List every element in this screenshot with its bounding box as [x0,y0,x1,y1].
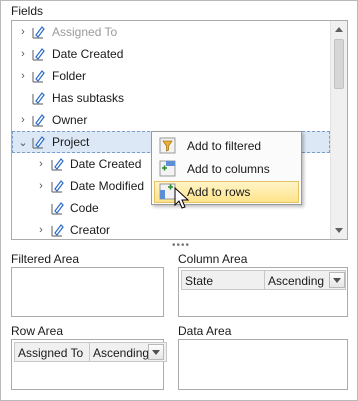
tree-item-label: Date Modified [70,179,145,193]
chevron-right-icon[interactable]: › [35,158,47,170]
scroll-down-button[interactable] [331,222,347,238]
tree-item-label: Creator [70,223,111,237]
area-field-name: State [185,274,214,288]
tree-item-owner[interactable]: › Owner [12,109,330,131]
tree-item-label: Owner [52,113,88,127]
tree-item-date-created[interactable]: › Date Created [12,43,330,65]
menu-item-add-to-columns[interactable]: Add to columns [154,158,299,180]
scroll-thumb[interactable] [334,39,344,89]
tree-item-folder[interactable]: › Folder [12,65,330,87]
chip-divider [264,271,265,289]
tree-item-has-subtasks[interactable]: Has subtasks [12,87,330,109]
row-area-label: Row Area [11,324,64,338]
chevron-right-icon[interactable]: › [35,224,47,236]
chevron-right-icon[interactable]: › [17,48,29,60]
tree-item-label: Folder [52,69,87,83]
tree-item-label: Assigned To [52,25,118,39]
area-field-state[interactable]: State Ascending [181,270,346,290]
field-icon [32,114,45,127]
filter-area-icon [159,137,176,154]
column-area-label: Column Area [178,252,248,266]
field-icon [32,92,45,105]
data-area-box[interactable] [178,339,348,390]
mouse-pointer-icon [174,187,190,209]
column-area-icon [159,160,176,177]
chevron-right-icon[interactable]: › [35,180,47,192]
chevron-down-icon[interactable]: ⌄ [17,136,29,149]
data-area-label: Data Area [178,324,232,338]
sort-order-value: Ascending [268,274,325,288]
field-icon [32,48,45,61]
row-area-box[interactable]: Assigned To Ascending [11,339,167,390]
column-area-box[interactable]: State Ascending [178,267,348,317]
field-icon [32,70,45,83]
vertical-scrollbar[interactable] [330,21,347,239]
arrow-down-icon [335,227,343,233]
tree-item-label: Date Created [70,157,142,171]
fields-label: Fields [11,4,44,18]
menu-item-label: Add to rows [187,185,251,199]
sort-order-value: Ascending [93,346,150,360]
field-icon [32,136,45,149]
scroll-up-button[interactable] [331,21,347,37]
chip-divider [89,343,90,361]
tree-item-label: Code [70,201,99,215]
sort-dropdown-button[interactable] [329,272,345,288]
filtered-area-label: Filtered Area [11,252,80,266]
field-icon [51,202,64,215]
menu-item-label: Add to columns [187,162,270,176]
area-field-assigned-to[interactable]: Assigned To Ascending [14,342,167,362]
tree-item-assigned-to[interactable]: › Assigned To [12,21,330,43]
menu-item-add-to-filtered[interactable]: Add to filtered [154,135,299,157]
filtered-area-box[interactable] [11,267,164,317]
area-field-name: Assigned To [18,346,84,360]
chevron-right-icon[interactable]: › [17,26,29,38]
tree-item-label: Date Created [52,47,124,61]
field-icon [51,224,64,237]
sort-dropdown-button[interactable] [148,344,164,360]
arrow-up-icon [335,26,343,32]
chevron-down-icon [333,277,341,283]
tree-item-label: Has subtasks [52,91,125,105]
splitter-grip[interactable]: •••• [172,241,190,251]
chevron-right-icon[interactable]: › [17,70,29,82]
field-icon [51,180,64,193]
pivot-field-list-panel: Fields › Assigned To › Date Created › Fo… [0,0,358,401]
chevron-right-icon[interactable]: › [17,114,29,126]
tree-item-label: Project [52,135,90,149]
chevron-down-icon [152,349,160,355]
field-icon [32,26,45,39]
menu-item-label: Add to filtered [187,139,262,153]
tree-item-project-creator[interactable]: › Creator [12,219,330,239]
field-icon [51,158,64,171]
